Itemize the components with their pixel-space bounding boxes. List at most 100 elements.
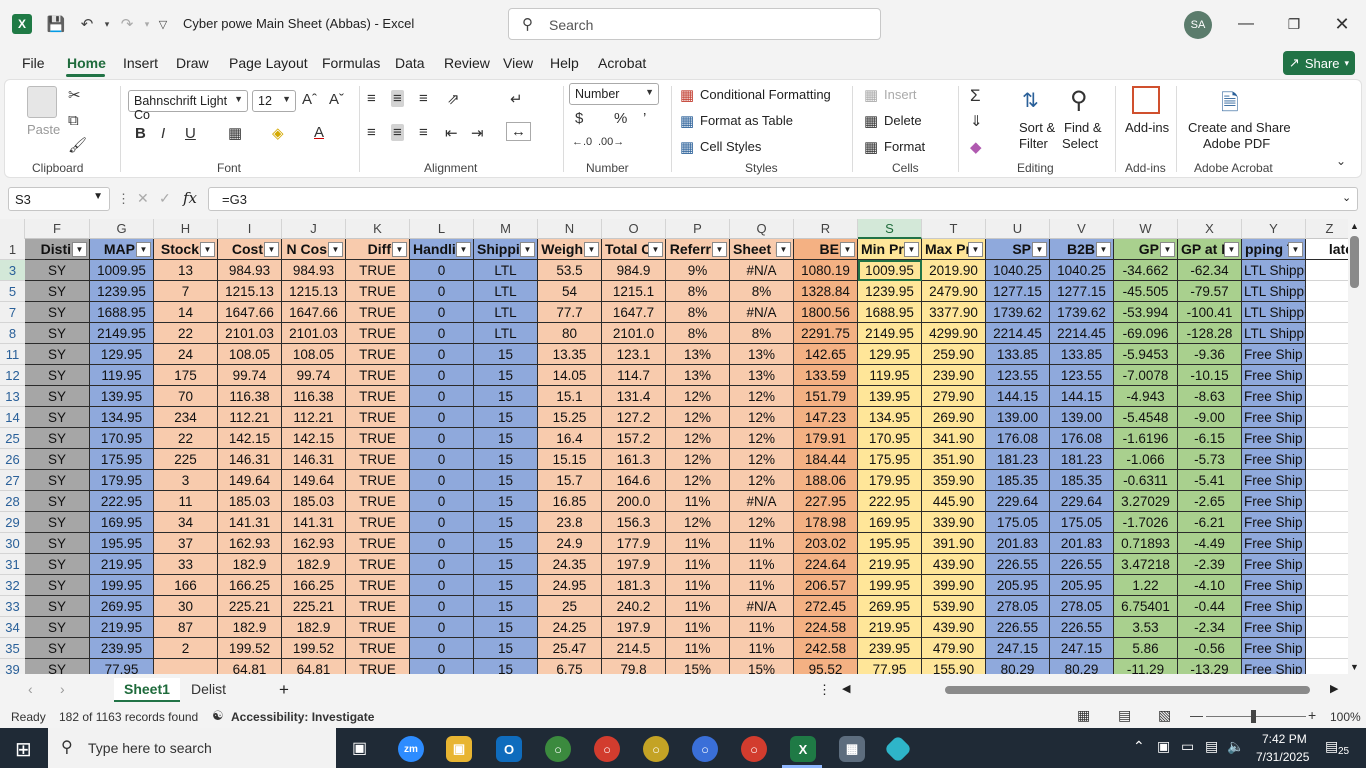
filter-button-h[interactable]: ▼	[200, 242, 215, 257]
cell-x7[interactable]: -100.41	[1178, 302, 1242, 323]
cell-z30[interactable]	[1306, 533, 1348, 554]
cell-p14[interactable]: 12%	[666, 407, 730, 428]
sort-filter-button[interactable]: Sort &	[1019, 120, 1055, 135]
cell-t11[interactable]: 259.90	[922, 344, 986, 365]
cell-j26[interactable]: 146.31	[282, 449, 346, 470]
cell-i33[interactable]: 225.21	[218, 596, 282, 617]
cell-s31[interactable]: 219.95	[858, 554, 922, 575]
cell-p29[interactable]: 12%	[666, 512, 730, 533]
menu-data[interactable]: Data	[395, 55, 425, 71]
cell-n28[interactable]: 16.85	[538, 491, 602, 512]
cell-y5[interactable]: LTL Shipping	[1242, 281, 1306, 302]
insert-cells-button[interactable]: Insert	[884, 87, 917, 102]
cell-f7[interactable]: SY	[25, 302, 90, 323]
cell-s32[interactable]: 199.95	[858, 575, 922, 596]
cell-h7[interactable]: 14	[154, 302, 218, 323]
cell-n8[interactable]: 80	[538, 323, 602, 344]
spreadsheet-grid[interactable]: FGHIJKLMNOPQRSTUVWXYZ 1 Disti ▼ MAP ▼ Stock ▼ C…	[0, 219, 1348, 674]
cell-k28[interactable]: TRUE	[346, 491, 410, 512]
cell-w11[interactable]: -5.9453	[1114, 344, 1178, 365]
cell-m39[interactable]: 15	[474, 659, 538, 674]
cell-m12[interactable]: 15	[474, 365, 538, 386]
file-explorer-icon[interactable]: ▣	[446, 736, 472, 762]
cancel-entry-icon[interactable]: ✕	[137, 190, 149, 207]
chrome-profile-icon[interactable]: ○	[741, 736, 767, 762]
cell-t28[interactable]: 445.90	[922, 491, 986, 512]
cell-h35[interactable]: 2	[154, 638, 218, 659]
cut-icon[interactable]: ✂	[68, 86, 81, 104]
cell-l3[interactable]: 0	[410, 260, 474, 281]
cell-m13[interactable]: 15	[474, 386, 538, 407]
cell-t31[interactable]: 439.90	[922, 554, 986, 575]
cell-r26[interactable]: 184.44	[794, 449, 858, 470]
cell-t39[interactable]: 155.90	[922, 659, 986, 674]
cell-s28[interactable]: 222.95	[858, 491, 922, 512]
cell-t13[interactable]: 279.90	[922, 386, 986, 407]
cell-q7[interactable]: #N/A	[730, 302, 794, 323]
cell-r27[interactable]: 188.06	[794, 470, 858, 491]
redo-icon[interactable]: ↷	[116, 13, 138, 35]
cell-g3[interactable]: 1009.95	[90, 260, 154, 281]
cell-s14[interactable]: 134.95	[858, 407, 922, 428]
number-format-select[interactable]: Number ▼	[569, 83, 659, 105]
cell-k25[interactable]: TRUE	[346, 428, 410, 449]
filter-button-t[interactable]: ▼	[968, 242, 983, 257]
cell-v33[interactable]: 278.05	[1050, 596, 1114, 617]
cell-i30[interactable]: 162.93	[218, 533, 282, 554]
cell-x5[interactable]: -79.57	[1178, 281, 1242, 302]
decrease-indent-icon[interactable]: ⇤	[445, 124, 458, 142]
cell-u34[interactable]: 226.55	[986, 617, 1050, 638]
cell-p34[interactable]: 11%	[666, 617, 730, 638]
cell-i29[interactable]: 141.31	[218, 512, 282, 533]
cell-i25[interactable]: 142.15	[218, 428, 282, 449]
increase-decimal-icon[interactable]: ←.0	[572, 136, 592, 148]
zoom-slider-thumb[interactable]	[1251, 710, 1256, 723]
cell-w12[interactable]: -7.0078	[1114, 365, 1178, 386]
cell-l33[interactable]: 0	[410, 596, 474, 617]
column-header-o[interactable]: O	[602, 219, 666, 239]
cell-i14[interactable]: 112.21	[218, 407, 282, 428]
cell-t26[interactable]: 351.90	[922, 449, 986, 470]
cell-x28[interactable]: -2.65	[1178, 491, 1242, 512]
cell-x34[interactable]: -2.34	[1178, 617, 1242, 638]
cell-u13[interactable]: 144.15	[986, 386, 1050, 407]
cell-w8[interactable]: -69.096	[1114, 323, 1178, 344]
accessibility-status[interactable]: Accessibility: Investigate	[231, 710, 374, 724]
row-header[interactable]: 25	[0, 428, 25, 449]
cell-o13[interactable]: 131.4	[602, 386, 666, 407]
cell-h25[interactable]: 22	[154, 428, 218, 449]
cell-n11[interactable]: 13.35	[538, 344, 602, 365]
cell-s33[interactable]: 269.95	[858, 596, 922, 617]
cell-w25[interactable]: -1.6196	[1114, 428, 1178, 449]
cell-z34[interactable]	[1306, 617, 1348, 638]
cell-h30[interactable]: 37	[154, 533, 218, 554]
cell-y7[interactable]: LTL Shipping	[1242, 302, 1306, 323]
cell-p33[interactable]: 11%	[666, 596, 730, 617]
cell-x32[interactable]: -4.10	[1178, 575, 1242, 596]
cell-x26[interactable]: -5.73	[1178, 449, 1242, 470]
cell-q30[interactable]: 11%	[730, 533, 794, 554]
cell-g29[interactable]: 169.95	[90, 512, 154, 533]
cell-j12[interactable]: 99.74	[282, 365, 346, 386]
cell-t25[interactable]: 341.90	[922, 428, 986, 449]
zoom-in-icon[interactable]: +	[1308, 707, 1316, 723]
cell-x12[interactable]: -10.15	[1178, 365, 1242, 386]
cell-t8[interactable]: 4299.90	[922, 323, 986, 344]
italic-icon[interactable]: I	[161, 125, 165, 142]
cell-f35[interactable]: SY	[25, 638, 90, 659]
cell-g34[interactable]: 219.95	[90, 617, 154, 638]
cell-s27[interactable]: 179.95	[858, 470, 922, 491]
cell-k27[interactable]: TRUE	[346, 470, 410, 491]
row-header[interactable]: 35	[0, 638, 25, 659]
cell-t33[interactable]: 539.90	[922, 596, 986, 617]
filter-button-n[interactable]: ▼	[584, 242, 599, 257]
cell-o14[interactable]: 127.2	[602, 407, 666, 428]
cell-s34[interactable]: 219.95	[858, 617, 922, 638]
cell-z3[interactable]	[1306, 260, 1348, 281]
cell-z32[interactable]	[1306, 575, 1348, 596]
share-button[interactable]: ↗ Share ▾	[1283, 51, 1355, 75]
cell-r33[interactable]: 272.45	[794, 596, 858, 617]
cell-p26[interactable]: 12%	[666, 449, 730, 470]
menu-review[interactable]: Review	[444, 55, 490, 71]
cell-i5[interactable]: 1215.13	[218, 281, 282, 302]
